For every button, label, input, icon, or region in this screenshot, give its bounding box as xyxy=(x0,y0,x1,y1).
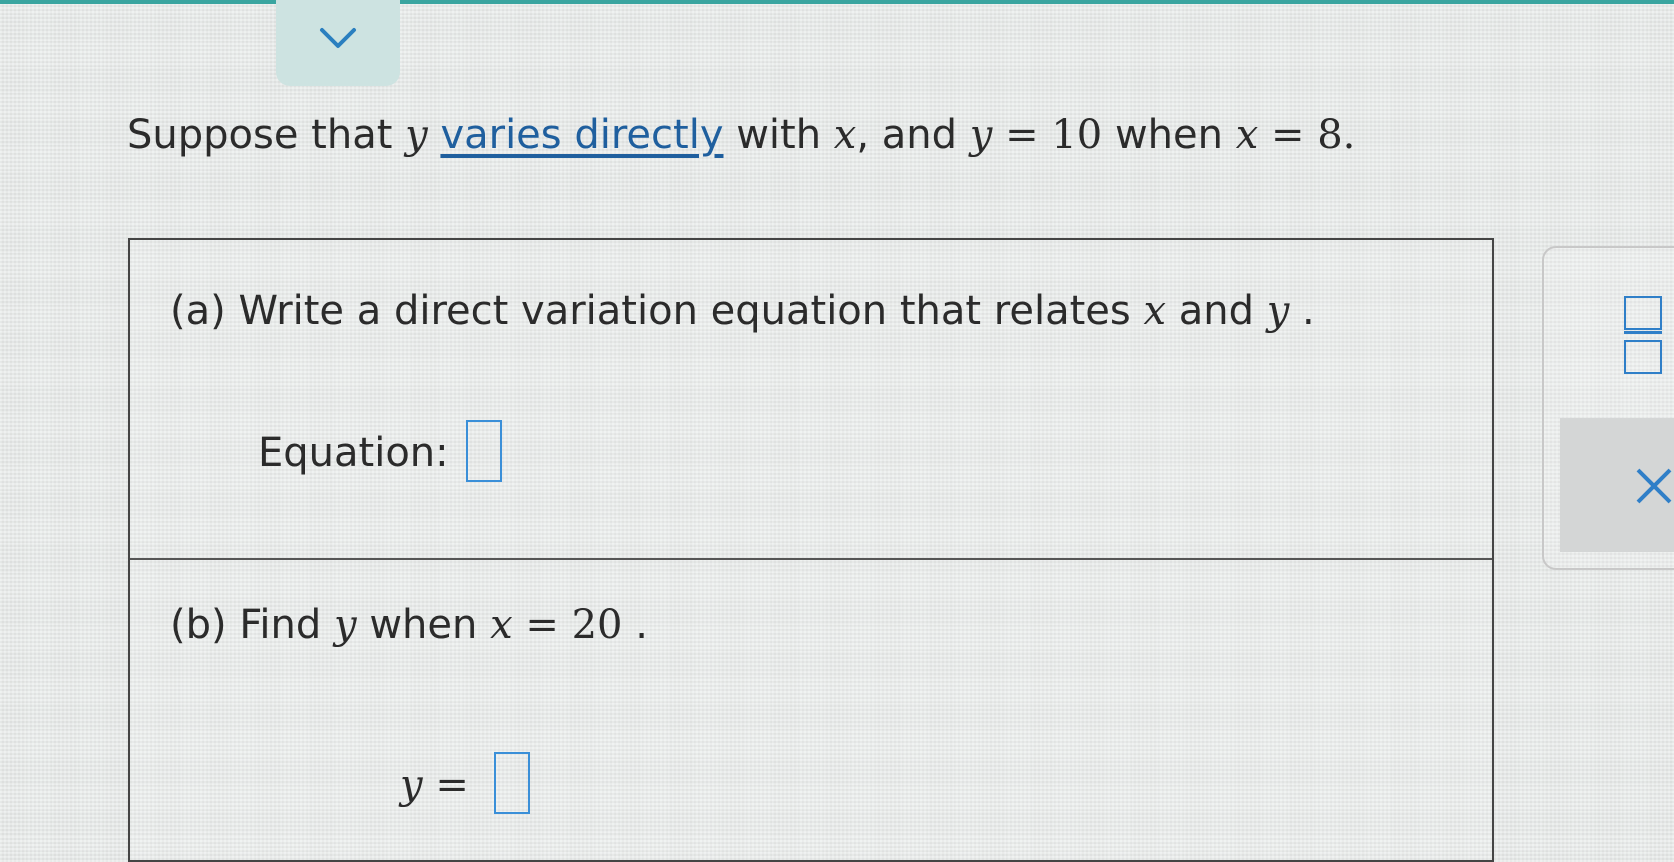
part-b-question: (b) Find y when x = 20 . xyxy=(170,602,648,648)
y-answer-input[interactable] xyxy=(494,752,530,814)
fraction-button[interactable] xyxy=(1624,292,1668,376)
clear-button[interactable] xyxy=(1560,418,1674,552)
collapse-toggle-button[interactable] xyxy=(276,0,400,86)
equation-input[interactable] xyxy=(466,420,502,482)
problem-statement: Suppose that y varies directly with x, a… xyxy=(127,112,1356,158)
varies-directly-link[interactable]: varies directly xyxy=(440,112,723,158)
top-accent-line xyxy=(0,0,1674,4)
question-card: (a) Write a direct variation equation th… xyxy=(128,238,1494,862)
section-divider xyxy=(130,558,1492,560)
y-answer-label: y = xyxy=(400,762,469,808)
close-icon xyxy=(1636,468,1672,504)
equation-label: Equation: xyxy=(258,430,449,476)
part-a-question: (a) Write a direct variation equation th… xyxy=(170,288,1315,334)
chevron-down-icon xyxy=(320,28,356,48)
